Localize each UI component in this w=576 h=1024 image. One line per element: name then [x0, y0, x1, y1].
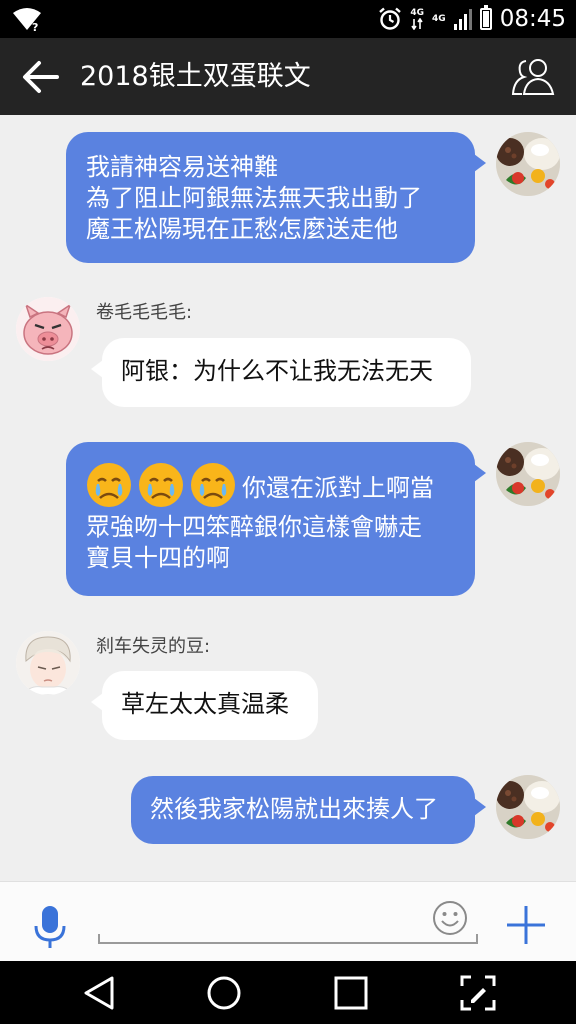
message-line: 為了阻止阿銀無法無天我出動了 — [86, 184, 422, 212]
network-indicator-1: 4G — [410, 8, 424, 30]
smiley-icon[interactable] — [432, 900, 468, 936]
people-icon[interactable] — [510, 56, 556, 96]
sender-name: 刹车失灵的豆: — [96, 636, 211, 657]
message-input-bar — [0, 881, 576, 961]
message-line: 魔王松陽現在正愁怎麼送走他 — [86, 215, 398, 243]
message-line: 我請神容易送神難 — [86, 153, 278, 181]
arrow-left-icon[interactable] — [20, 58, 60, 96]
crying-face-icon — [139, 463, 183, 507]
message-input[interactable] — [98, 902, 478, 944]
avatar-卷毛毛毛毛[interactable] — [16, 297, 80, 361]
data-arrows-icon — [411, 18, 423, 30]
nav-home-icon[interactable] — [206, 975, 242, 1011]
anime-boy-avatar-icon — [16, 631, 80, 695]
network-label: 4G — [410, 8, 425, 18]
crying-face-icon — [87, 463, 131, 507]
avatar-self[interactable] — [496, 775, 560, 839]
chat-title: 2018银土双蛋联文 — [80, 61, 311, 92]
crying-face-icon — [191, 463, 235, 507]
message-bubble-outgoing[interactable]: 你還在派對上啊當 眾強吻十四笨醉銀你這樣會嚇走 寶貝十四的啊 — [66, 442, 486, 596]
alarm-clock-icon — [379, 7, 402, 30]
screenshot-edit-icon[interactable] — [460, 975, 496, 1011]
message-line-with-emoji: 你還在派對上啊當 — [86, 463, 475, 512]
network-indicator-2: 4G — [432, 14, 446, 24]
avatar-self[interactable] — [496, 442, 560, 506]
message-text: 你還在派對上啊當 — [242, 474, 434, 502]
wifi-icon: ? — [13, 8, 41, 32]
message-line: 寶貝十四的啊 — [86, 544, 230, 572]
system-nav-bar — [0, 961, 576, 1024]
food-photo-icon — [496, 775, 560, 839]
plus-icon[interactable] — [505, 904, 547, 946]
status-bar: ? 4G 4G 08:45 — [0, 0, 576, 38]
status-time: 08:45 — [499, 6, 566, 32]
message-bubble-incoming[interactable]: 阿银：为什么不让我无法无天 — [91, 338, 471, 407]
nav-recents-icon[interactable] — [334, 975, 368, 1011]
message-line: 草左太太真温柔 — [121, 690, 289, 718]
message-line: 然後我家松陽就出來揍人了 — [150, 795, 438, 823]
message-line: 阿银：为什么不让我无法无天 — [121, 357, 433, 385]
message-bubble-outgoing[interactable]: 我請神容易送神難 為了阻止阿銀無法無天我出動了 魔王松陽現在正愁怎麼送走他 — [66, 132, 486, 263]
nav-back-icon[interactable] — [82, 975, 116, 1011]
signal-strength-icon — [453, 8, 472, 30]
avatar-self[interactable] — [496, 132, 560, 196]
chat-header: 2018银土双蛋联文 — [0, 38, 576, 115]
avatar-刹车失灵的豆[interactable] — [16, 631, 80, 695]
food-photo-icon — [496, 132, 560, 196]
microphone-icon[interactable] — [30, 904, 70, 950]
sender-name: 卷毛毛毛毛: — [96, 302, 193, 323]
pig-avatar-icon — [16, 297, 80, 361]
message-bubble-outgoing[interactable]: 然後我家松陽就出來揍人了 — [131, 776, 486, 844]
food-photo-icon — [496, 442, 560, 506]
battery-icon — [479, 5, 492, 30]
message-bubble-incoming[interactable]: 草左太太真温柔 — [91, 671, 318, 740]
svg-text:?: ? — [32, 21, 38, 32]
message-line: 眾強吻十四笨醉銀你這樣會嚇走 — [86, 513, 422, 541]
network-label-2: 4G — [432, 14, 446, 24]
